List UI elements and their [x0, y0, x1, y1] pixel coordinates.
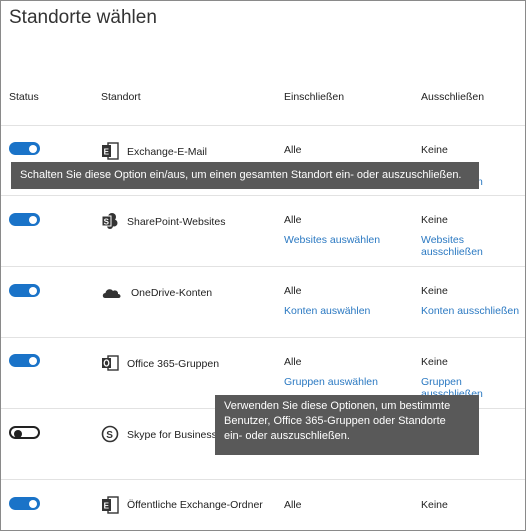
toggle-knob — [14, 429, 22, 438]
location-label: Exchange-E-Mail — [127, 146, 207, 158]
toggle-tooltip: Schalten Sie diese Option ein/aus, um ei… — [11, 162, 479, 189]
exclude-accounts-link[interactable]: Konten ausschließen — [421, 305, 519, 317]
include-value: Alle — [284, 214, 302, 226]
options-tooltip-line3: ein- oder auszuschließen. — [224, 430, 350, 442]
include-value: Alle — [284, 285, 302, 297]
svg-text:S: S — [106, 430, 113, 441]
select-groups-link[interactable]: Gruppen auswählen — [284, 376, 378, 388]
header-exclude: Ausschließen — [421, 91, 485, 103]
svg-text:E: E — [104, 502, 110, 511]
outlook-groups-icon — [102, 355, 119, 371]
toggle-knob — [29, 144, 37, 153]
location-picker-panel: Standorte wählen Status Standort Einschl… — [0, 0, 526, 531]
toggle-onedrive[interactable] — [9, 284, 40, 297]
location-label: Skype for Business — [127, 429, 217, 441]
exclude-value: Keine — [421, 285, 448, 297]
toggle-office365-groups[interactable] — [9, 354, 40, 367]
svg-text:S: S — [104, 218, 110, 227]
exchange-icon: E — [102, 496, 119, 514]
location-label: OneDrive-Konten — [131, 287, 213, 299]
header-include: Einschließen — [284, 91, 345, 103]
location-label: Office 365-Gruppen — [127, 358, 220, 370]
row-divider — [1, 266, 525, 267]
include-value: Alle — [284, 499, 302, 511]
toggle-knob — [29, 356, 37, 365]
include-value: Alle — [284, 144, 302, 156]
toggle-skype[interactable] — [9, 426, 40, 439]
exclude-websites-link[interactable]: Websites ausschließen — [421, 234, 525, 258]
page-title: Standorte wählen — [9, 7, 157, 28]
options-tooltip: Verwenden Sie diese Optionen, um bestimm… — [215, 395, 479, 455]
svg-text:E: E — [104, 148, 110, 157]
select-accounts-link[interactable]: Konten auswählen — [284, 305, 370, 317]
options-tooltip-line2: Benutzer, Office 365-Gruppen oder Stando… — [224, 415, 446, 427]
toggle-sharepoint[interactable] — [9, 213, 40, 226]
location-label: SharePoint-Websites — [127, 216, 226, 228]
toggle-knob — [29, 215, 37, 224]
skype-icon: S — [101, 425, 119, 443]
toggle-knob — [29, 286, 37, 295]
exclude-value: Keine — [421, 499, 448, 511]
row-divider — [1, 479, 525, 480]
row-divider — [1, 125, 525, 126]
toggle-public-folders[interactable] — [9, 497, 40, 510]
toggle-exchange-email[interactable] — [9, 142, 40, 155]
exclude-value: Keine — [421, 356, 448, 368]
header-status: Status — [9, 91, 39, 103]
select-websites-link[interactable]: Websites auswählen — [284, 234, 380, 246]
exchange-icon: E — [102, 142, 119, 160]
exclude-value: Keine — [421, 214, 448, 226]
toggle-knob — [29, 499, 37, 508]
options-tooltip-line1: Verwenden Sie diese Optionen, um bestimm… — [224, 400, 451, 412]
onedrive-icon — [102, 289, 121, 298]
row-divider — [1, 337, 525, 338]
row-divider — [1, 195, 525, 196]
include-value: Alle — [284, 356, 302, 368]
exclude-value: Keine — [421, 144, 448, 156]
header-location: Standort — [101, 91, 141, 103]
location-label: Öffentliche Exchange-Ordner — [127, 499, 263, 511]
sharepoint-icon: S — [101, 213, 118, 229]
